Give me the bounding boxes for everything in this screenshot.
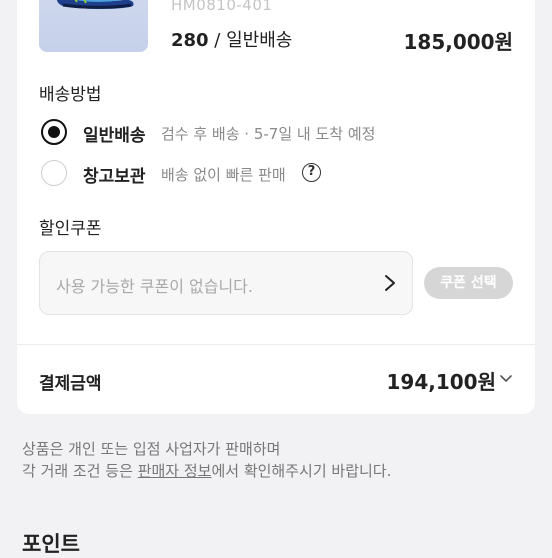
help-icon[interactable]: ? [302,163,321,182]
standard-shipping-desc: 검수 후 배송 · 5-7일 내 도착 예정 [161,125,376,143]
notice-line-1: 상품은 개인 또는 입점 사업자가 판매하며 [22,440,281,458]
order-card [17,0,535,414]
coupon-selector[interactable]: 사용 가능한 쿠폰이 없습니다. [39,251,413,315]
product-thumbnail[interactable] [39,0,148,52]
warehouse-storage-label[interactable]: 창고보관 [83,162,146,187]
points-title: 포인트 [22,532,80,556]
coupon-placeholder: 사용 가능한 쿠폰이 없습니다. [56,277,253,296]
standard-shipping-label[interactable]: 일반배송 [83,121,146,146]
warehouse-storage-desc: 배송 없이 빠른 판매 [161,166,286,184]
seller-info-link[interactable]: 판매자 정보 [138,462,212,480]
payment-amount[interactable]: 194,100원 [387,366,497,395]
radio-warehouse-storage[interactable] [41,160,67,186]
product-size-shipping: 280 / 일반배송 [171,30,293,51]
coupon-title: 할인쿠폰 [39,219,102,239]
divider [17,344,535,345]
chevron-down-icon[interactable] [500,374,512,384]
radio-standard-shipping[interactable] [41,119,67,145]
sneaker-image [56,0,134,9]
chevron-right-icon [385,275,395,291]
shipping-method-title: 배송방법 [39,85,102,105]
coupon-select-button[interactable]: 쿠폰 선택 [424,267,513,299]
notice-line-2: 각 거래 조건 등은 판매자 정보에서 확인해주시기 바랍니다. [22,462,392,480]
product-price: 185,000원 [403,30,514,54]
payment-amount-label: 결제금액 [39,374,102,394]
product-model-code: HM0810-401 [171,0,273,14]
